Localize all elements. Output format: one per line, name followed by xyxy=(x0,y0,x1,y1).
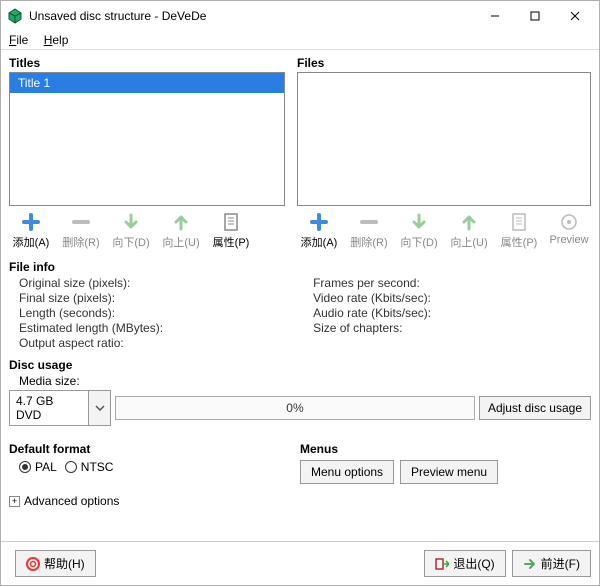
next-button[interactable]: 前进(F) xyxy=(512,550,591,577)
arrow-up-icon xyxy=(171,212,191,232)
titles-label: Titles xyxy=(9,56,285,70)
fi-fps: Frames per second: xyxy=(313,276,431,290)
pal-radio[interactable] xyxy=(19,461,31,473)
media-size-label: Media size: xyxy=(9,374,591,388)
discusage-heading: Disc usage xyxy=(9,358,591,372)
maximize-button[interactable] xyxy=(515,2,555,30)
minus-icon xyxy=(359,212,379,232)
titles-add-button[interactable]: 添加(A) xyxy=(9,210,53,252)
default-format-heading: Default format xyxy=(9,442,300,456)
titlebar: Unsaved disc structure - DeVeDe xyxy=(1,1,599,31)
pal-label: PAL xyxy=(35,460,57,474)
titles-up-button[interactable]: 向上(U) xyxy=(159,210,203,252)
fi-audio-rate: Audio rate (Kbits/sec): xyxy=(313,306,431,320)
menu-help[interactable]: Help xyxy=(44,33,69,47)
titles-properties-button[interactable]: 属性(P) xyxy=(209,210,253,252)
window-controls xyxy=(475,2,595,30)
chevron-down-icon[interactable] xyxy=(89,390,111,426)
titles-down-button[interactable]: 向下(D) xyxy=(109,210,153,252)
titles-listbox[interactable]: Title 1 xyxy=(9,72,285,206)
media-size-select[interactable]: 4.7 GB DVD xyxy=(9,390,111,426)
titles-panel: Titles Title 1 添加(A) 删除(R) 向下(D) xyxy=(9,56,285,252)
fi-original-size: Original size (pixels): xyxy=(19,276,163,290)
adjust-disc-usage-button[interactable]: Adjust disc usage xyxy=(479,396,591,420)
media-size-value: 4.7 GB DVD xyxy=(9,390,89,426)
window-title: Unsaved disc structure - DeVeDe xyxy=(29,9,475,23)
app-icon xyxy=(7,8,23,24)
properties-icon xyxy=(221,212,241,232)
footer: 帮助(H) 退出(Q) 前进(F) xyxy=(1,541,599,585)
menu-file[interactable]: File xyxy=(9,33,28,47)
ntsc-radio[interactable] xyxy=(65,461,77,473)
fi-length: Length (seconds): xyxy=(19,306,163,320)
menubar: File Help xyxy=(1,31,599,50)
lifebuoy-icon xyxy=(26,557,40,571)
fi-video-rate: Video rate (Kbits/sec): xyxy=(313,291,431,305)
arrow-down-icon xyxy=(409,212,429,232)
plus-icon xyxy=(309,212,329,232)
fi-final-size: Final size (pixels): xyxy=(19,291,163,305)
arrow-right-icon xyxy=(523,557,537,571)
files-listbox[interactable] xyxy=(297,72,591,206)
files-delete-button[interactable]: 删除(R) xyxy=(347,210,391,252)
advanced-options-expander[interactable]: + Advanced options xyxy=(9,494,591,508)
fileinfo-heading: File info xyxy=(9,260,591,274)
title-item[interactable]: Title 1 xyxy=(10,73,284,93)
arrow-up-icon xyxy=(459,212,479,232)
help-button[interactable]: 帮助(H) xyxy=(15,550,96,577)
plus-icon xyxy=(21,212,41,232)
fi-estimated-length: Estimated length (MBytes): xyxy=(19,321,163,335)
exit-icon xyxy=(435,557,449,571)
titles-delete-button[interactable]: 删除(R) xyxy=(59,210,103,252)
files-up-button[interactable]: 向上(U) xyxy=(447,210,491,252)
files-preview-button[interactable]: Preview xyxy=(547,210,591,252)
preview-icon xyxy=(559,212,579,232)
files-add-button[interactable]: 添加(A) xyxy=(297,210,341,252)
arrow-down-icon xyxy=(121,212,141,232)
fi-aspect-ratio: Output aspect ratio: xyxy=(19,336,163,350)
expander-icon: + xyxy=(9,496,20,507)
ntsc-label: NTSC xyxy=(81,460,114,474)
disc-usage-progress: 0% xyxy=(115,396,475,420)
fileinfo-section: Original size (pixels): Final size (pixe… xyxy=(9,276,591,350)
menus-heading: Menus xyxy=(300,442,591,456)
files-properties-button[interactable]: 属性(P) xyxy=(497,210,541,252)
menu-options-button[interactable]: Menu options xyxy=(300,460,394,484)
properties-icon xyxy=(509,212,529,232)
files-label: Files xyxy=(297,56,591,70)
preview-menu-button[interactable]: Preview menu xyxy=(400,460,498,484)
exit-button[interactable]: 退出(Q) xyxy=(424,550,505,577)
advanced-options-label: Advanced options xyxy=(24,494,119,508)
files-down-button[interactable]: 向下(D) xyxy=(397,210,441,252)
app-window: Unsaved disc structure - DeVeDe File Hel… xyxy=(0,0,600,586)
close-button[interactable] xyxy=(555,2,595,30)
minimize-button[interactable] xyxy=(475,2,515,30)
fi-chapters: Size of chapters: xyxy=(313,321,431,335)
files-panel: Files 添加(A) 删除(R) 向下(D) xyxy=(297,56,591,252)
minus-icon xyxy=(71,212,91,232)
